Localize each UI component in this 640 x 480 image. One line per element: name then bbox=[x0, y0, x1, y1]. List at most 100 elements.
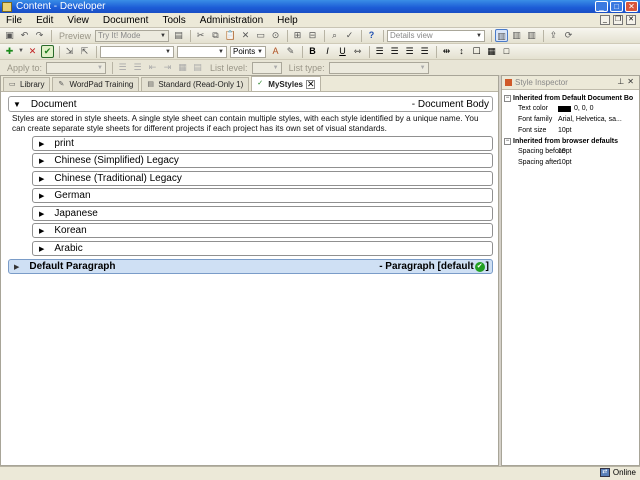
expand-triangle-icon[interactable]: ▶ bbox=[39, 175, 44, 183]
help-icon[interactable]: ? bbox=[365, 29, 378, 42]
mode-select[interactable]: Try It! Mode ▼ bbox=[95, 29, 170, 42]
paste-icon[interactable]: 📋 bbox=[224, 29, 237, 42]
expand-icon[interactable]: ⊞ bbox=[291, 29, 304, 42]
list-level-select[interactable]: ▼ bbox=[251, 61, 282, 74]
copy-icon[interactable]: ⧉ bbox=[209, 29, 222, 42]
remove-icon[interactable]: ✕ bbox=[26, 45, 39, 58]
minimize-icon[interactable]: _ bbox=[595, 1, 608, 12]
collapse-icon[interactable]: − bbox=[504, 94, 511, 102]
list-indent-icon[interactable]: ⇥ bbox=[161, 61, 174, 74]
sync-icon[interactable]: ⟳ bbox=[562, 29, 575, 42]
bullet-list-icon[interactable]: ☰ bbox=[116, 61, 129, 74]
pin-icon[interactable]: ⊥ bbox=[617, 77, 627, 86]
align-center-icon[interactable]: ☰ bbox=[388, 45, 401, 58]
style-sheet-name: Arabic bbox=[54, 243, 83, 254]
close-icon[interactable]: ✕ bbox=[625, 1, 638, 12]
expand-triangle-icon[interactable]: ▶ bbox=[39, 157, 44, 165]
shading-icon[interactable]: ▦ bbox=[485, 45, 498, 58]
separator bbox=[51, 29, 52, 42]
style-sheet-row[interactable]: ▶ Chinese (Simplified) Legacy bbox=[32, 153, 493, 168]
indent-icon[interactable]: ⇹ bbox=[440, 45, 453, 58]
redo-icon[interactable]: ↷ bbox=[33, 29, 46, 42]
collapse-icon[interactable]: ⊟ bbox=[306, 29, 319, 42]
tab-standard[interactable]: ▤ Standard (Read-Only 1) bbox=[141, 77, 250, 91]
grid-icon[interactable]: ▤ bbox=[191, 61, 204, 74]
save-icon[interactable]: ▣ bbox=[3, 29, 16, 42]
menu-tools[interactable]: Tools bbox=[162, 15, 185, 26]
layout-two-pane-icon[interactable]: ▥ bbox=[510, 29, 523, 42]
collapse-icon[interactable]: − bbox=[504, 137, 511, 145]
style-sheet-row[interactable]: ▶ Chinese (Traditional) Legacy bbox=[32, 171, 493, 186]
pane-close-icon[interactable]: ✕ bbox=[627, 77, 637, 86]
style-sheet-row[interactable]: ▶ German bbox=[32, 188, 493, 203]
justify-icon[interactable]: ☰ bbox=[418, 45, 431, 58]
menu-help[interactable]: Help bbox=[277, 15, 298, 26]
export-icon[interactable]: ⇱ bbox=[78, 45, 91, 58]
highlight-icon[interactable]: ✎ bbox=[284, 45, 297, 58]
numbered-list-icon[interactable]: ☰ bbox=[131, 61, 144, 74]
layout-one-pane-icon[interactable]: ▥ bbox=[495, 29, 509, 42]
preview-button[interactable]: Preview bbox=[59, 31, 91, 41]
expand-triangle-icon[interactable]: ▶ bbox=[39, 245, 44, 253]
chevron-down-icon[interactable]: ▼ bbox=[18, 45, 24, 58]
apply-to-select[interactable]: ▼ bbox=[46, 61, 107, 74]
align-right-icon[interactable]: ☰ bbox=[403, 45, 416, 58]
style-sheet-row[interactable]: ▶ Japanese bbox=[32, 206, 493, 221]
delete-icon[interactable]: ✕ bbox=[239, 29, 252, 42]
box-icon[interactable]: □ bbox=[500, 45, 513, 58]
validate-icon[interactable]: ✔ bbox=[41, 45, 54, 58]
expand-triangle-icon[interactable]: ▶ bbox=[14, 263, 19, 271]
expand-triangle-icon[interactable]: ▶ bbox=[39, 227, 44, 235]
checkout-icon[interactable]: ⇪ bbox=[547, 29, 560, 42]
import-icon[interactable]: ⇲ bbox=[63, 45, 76, 58]
cut-icon[interactable]: ✂ bbox=[194, 29, 207, 42]
maximize-icon[interactable]: □ bbox=[610, 1, 623, 12]
table-icon[interactable]: ▦ bbox=[176, 61, 189, 74]
document-style-header[interactable]: ▼ Document - Document Body bbox=[8, 96, 493, 112]
list-type-select[interactable]: ▼ bbox=[328, 61, 429, 74]
tab-library[interactable]: ▭ Library bbox=[3, 77, 51, 91]
spacing-icon[interactable]: ↕ bbox=[455, 45, 468, 58]
units-select[interactable]: Points ▼ bbox=[230, 45, 266, 58]
mdi-minimize-icon[interactable]: _ bbox=[600, 15, 610, 25]
text-color-icon[interactable]: A bbox=[269, 45, 282, 58]
font-family-select[interactable]: ▼ bbox=[100, 45, 174, 58]
tab-close-icon[interactable]: ✕ bbox=[305, 79, 315, 89]
italic-button[interactable]: I bbox=[321, 45, 334, 58]
underline-button[interactable]: U bbox=[336, 45, 349, 58]
expand-triangle-icon[interactable]: ▶ bbox=[39, 192, 44, 200]
link-icon[interactable]: ⊙ bbox=[269, 29, 282, 42]
expand-triangle-icon[interactable]: ▶ bbox=[39, 210, 44, 218]
default-paragraph-row[interactable]: ▶ Default Paragraph - Paragraph [default… bbox=[8, 259, 493, 274]
strikethrough-icon[interactable]: ⇿ bbox=[351, 45, 364, 58]
expand-triangle-icon[interactable]: ▶ bbox=[39, 140, 44, 148]
mdi-close-icon[interactable]: ✕ bbox=[626, 15, 636, 25]
layout-three-pane-icon[interactable]: ▥ bbox=[525, 29, 538, 42]
spellcheck-icon[interactable]: ✓ bbox=[343, 29, 356, 42]
menu-edit[interactable]: Edit bbox=[36, 15, 53, 26]
outdent-icon[interactable]: ⇤ bbox=[146, 61, 159, 74]
insert-icon[interactable]: ▭ bbox=[254, 29, 267, 42]
inherited-browser-group[interactable]: − Inherited from browser defaults bbox=[504, 136, 637, 146]
menu-administration[interactable]: Administration bbox=[200, 15, 263, 26]
align-left-icon[interactable]: ☰ bbox=[373, 45, 386, 58]
inherited-document-group[interactable]: − Inherited from Default Document Bo bbox=[504, 93, 637, 103]
style-sheet-row[interactable]: ▶ Korean bbox=[32, 223, 493, 238]
add-icon[interactable]: ✚ bbox=[3, 45, 16, 58]
style-sheet-row[interactable]: ▶ Arabic bbox=[32, 241, 493, 256]
mdi-restore-icon[interactable]: ❐ bbox=[613, 15, 623, 25]
font-size-select[interactable]: ▼ bbox=[177, 45, 227, 58]
tab-mystyles[interactable]: ✓ MyStyles ✕ bbox=[251, 76, 321, 91]
find-icon[interactable]: ⌕ bbox=[328, 29, 341, 42]
menu-document[interactable]: Document bbox=[103, 15, 149, 26]
tab-wordpad-training[interactable]: ✎ WordPad Training bbox=[52, 77, 140, 91]
publish-icon[interactable]: ▤ bbox=[172, 29, 185, 42]
border-icon[interactable]: ☐ bbox=[470, 45, 483, 58]
menu-file[interactable]: File bbox=[6, 15, 22, 26]
bold-button[interactable]: B bbox=[306, 45, 319, 58]
undo-icon[interactable]: ↶ bbox=[18, 29, 31, 42]
view-select[interactable]: Details view ▼ bbox=[387, 29, 486, 42]
collapse-triangle-icon[interactable]: ▼ bbox=[13, 100, 21, 109]
menu-view[interactable]: View bbox=[67, 15, 89, 26]
style-sheet-row[interactable]: ▶ print bbox=[32, 136, 493, 151]
